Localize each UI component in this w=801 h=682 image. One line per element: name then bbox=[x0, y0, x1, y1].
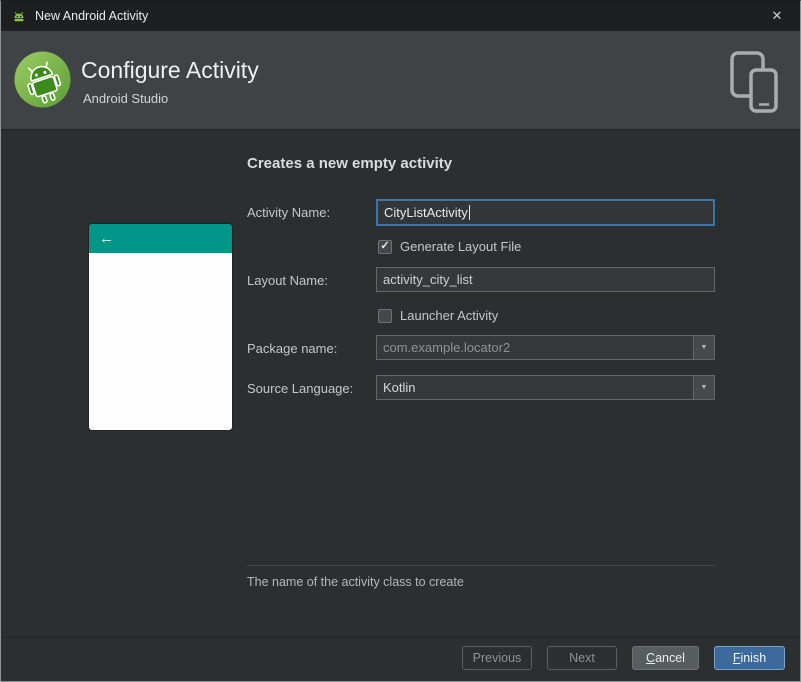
finish-button[interactable]: Finish bbox=[714, 646, 785, 670]
activity-name-label: Activity Name: bbox=[247, 205, 331, 220]
button-bar-separator bbox=[1, 637, 800, 638]
form-separator bbox=[247, 565, 715, 566]
launcher-activity-label: Launcher Activity bbox=[400, 308, 499, 323]
chevron-down-icon: ▼ bbox=[700, 344, 708, 351]
package-name-value: com.example.locator2 bbox=[383, 340, 511, 355]
source-language-combobox[interactable]: Kotlin ▼ bbox=[376, 375, 715, 400]
close-button[interactable]: ✕ bbox=[754, 1, 800, 31]
wizard-subtitle: Android Studio bbox=[83, 91, 169, 106]
form-heading: Creates a new empty activity bbox=[247, 155, 453, 172]
previous-button: Previous bbox=[462, 646, 532, 670]
activity-name-value: CityListActivity bbox=[384, 205, 468, 220]
next-button: Next bbox=[547, 646, 617, 670]
package-name-label: Package name: bbox=[247, 341, 338, 356]
check-icon: ✓ bbox=[380, 240, 390, 252]
phone-tablet-icon bbox=[730, 51, 778, 113]
activity-preview-thumbnail: ← bbox=[89, 224, 232, 430]
android-studio-logo-icon bbox=[14, 51, 71, 108]
back-arrow-icon: ← bbox=[99, 230, 114, 247]
generate-layout-label: Generate Layout File bbox=[400, 239, 522, 254]
source-language-label: Source Language: bbox=[247, 381, 354, 396]
preview-appbar: ← bbox=[89, 224, 232, 253]
new-android-activity-dialog: New Android Activity ✕ Configure Activit… bbox=[0, 0, 801, 682]
layout-name-label: Layout Name: bbox=[247, 273, 328, 288]
activity-name-input[interactable]: CityListActivity bbox=[376, 199, 715, 226]
layout-name-value: activity_city_list bbox=[383, 272, 473, 287]
title-bar: New Android Activity ✕ bbox=[1, 1, 800, 31]
next-button-label: Next bbox=[569, 651, 595, 665]
source-language-value: Kotlin bbox=[383, 380, 416, 395]
preview-body bbox=[89, 253, 232, 430]
source-language-dropdown-button[interactable]: ▼ bbox=[693, 376, 714, 399]
previous-button-label: Previous bbox=[472, 651, 522, 665]
finish-button-label: Finish bbox=[732, 651, 767, 665]
generate-layout-checkbox[interactable]: ✓ Generate Layout File bbox=[378, 239, 521, 254]
checkbox-checked-box: ✓ bbox=[378, 239, 392, 254]
wizard-title: Configure Activity bbox=[81, 57, 259, 83]
cancel-button-label: Cancel bbox=[646, 651, 685, 665]
layout-name-input[interactable]: activity_city_list bbox=[376, 267, 715, 292]
field-help-text: The name of the activity class to create bbox=[247, 575, 464, 589]
text-caret bbox=[468, 205, 470, 220]
close-icon: ✕ bbox=[771, 8, 783, 23]
package-name-dropdown-button[interactable]: ▼ bbox=[693, 336, 714, 359]
android-icon bbox=[14, 11, 24, 22]
checkbox-unchecked-box bbox=[378, 308, 392, 323]
chevron-down-icon: ▼ bbox=[700, 384, 708, 391]
cancel-button[interactable]: Cancel bbox=[632, 646, 699, 670]
window-title: New Android Activity bbox=[35, 9, 149, 23]
launcher-activity-checkbox[interactable]: Launcher Activity bbox=[378, 308, 498, 323]
package-name-combobox[interactable]: com.example.locator2 ▼ bbox=[376, 335, 715, 360]
wizard-header: Configure Activity Android Studio bbox=[1, 31, 800, 130]
